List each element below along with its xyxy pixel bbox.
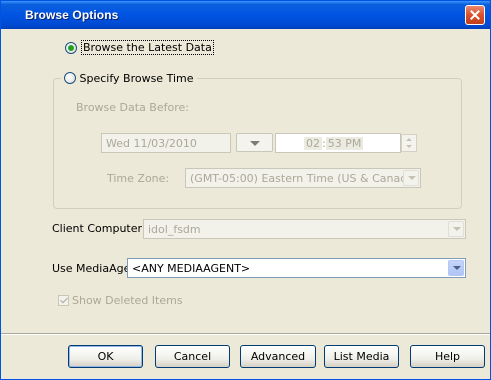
browse-time-field[interactable]: 02:53 PM (275, 133, 401, 153)
chevron-down-icon (453, 266, 461, 270)
browse-latest-label[interactable]: Browse the Latest Data (81, 40, 214, 55)
date-picker-button[interactable] (236, 133, 273, 152)
client-computer-value: idol_fsdm (148, 223, 201, 236)
browse-options-dialog: Browse Options Browse the Latest Data Sp… (0, 0, 491, 380)
timezone-select[interactable]: (GMT-05:00) Eastern Time (US & Canada) (185, 168, 421, 188)
button-separator (1, 333, 490, 335)
show-deleted-label[interactable]: Show Deleted Items (72, 294, 183, 307)
browse-date-field[interactable]: Wed 11/03/2010 (101, 133, 231, 153)
time-minutes: 53 PM (325, 137, 364, 150)
client-computer-dropdown-button[interactable] (448, 221, 464, 237)
timezone-label: Time Zone: (107, 172, 170, 185)
chevron-down-icon (408, 176, 416, 180)
close-icon[interactable] (465, 5, 485, 25)
specify-time-radio[interactable] (64, 72, 76, 84)
time-spinner[interactable] (401, 134, 417, 152)
show-deleted-checkbox[interactable] (58, 295, 69, 306)
cancel-button[interactable]: Cancel (155, 345, 230, 368)
dialog-title: Browse Options (25, 8, 119, 22)
help-button[interactable]: Help (410, 345, 485, 368)
chevron-down-icon (453, 227, 461, 231)
time-hour: 02 (304, 137, 322, 150)
spin-up-icon[interactable] (406, 138, 412, 141)
browse-latest-text: Browse the Latest Data (81, 40, 214, 55)
media-agent-select[interactable]: <ANY MEDIAAGENT> (127, 258, 466, 278)
ok-button[interactable]: OK (68, 345, 143, 368)
client-computer-select[interactable]: idol_fsdm (143, 219, 466, 239)
chevron-down-icon (250, 141, 260, 146)
client-computer-label: Client Computer: (52, 222, 146, 235)
advanced-button[interactable]: Advanced (240, 345, 316, 368)
browse-latest-radio[interactable] (65, 42, 77, 54)
media-agent-value: <ANY MEDIAAGENT> (132, 262, 251, 275)
title-bar[interactable]: Browse Options (1, 1, 490, 29)
spin-down-icon[interactable] (406, 145, 412, 148)
browse-before-label: Browse Data Before: (76, 101, 189, 114)
timezone-dropdown-button[interactable] (403, 170, 419, 186)
specify-time-legend: Specify Browse Time (61, 72, 197, 86)
media-agent-dropdown-button[interactable] (448, 260, 464, 276)
specify-time-label[interactable]: Specify Browse Time (80, 72, 194, 85)
list-media-button[interactable]: List Media (324, 345, 399, 368)
timezone-value: (GMT-05:00) Eastern Time (US & Canada) (190, 172, 419, 185)
